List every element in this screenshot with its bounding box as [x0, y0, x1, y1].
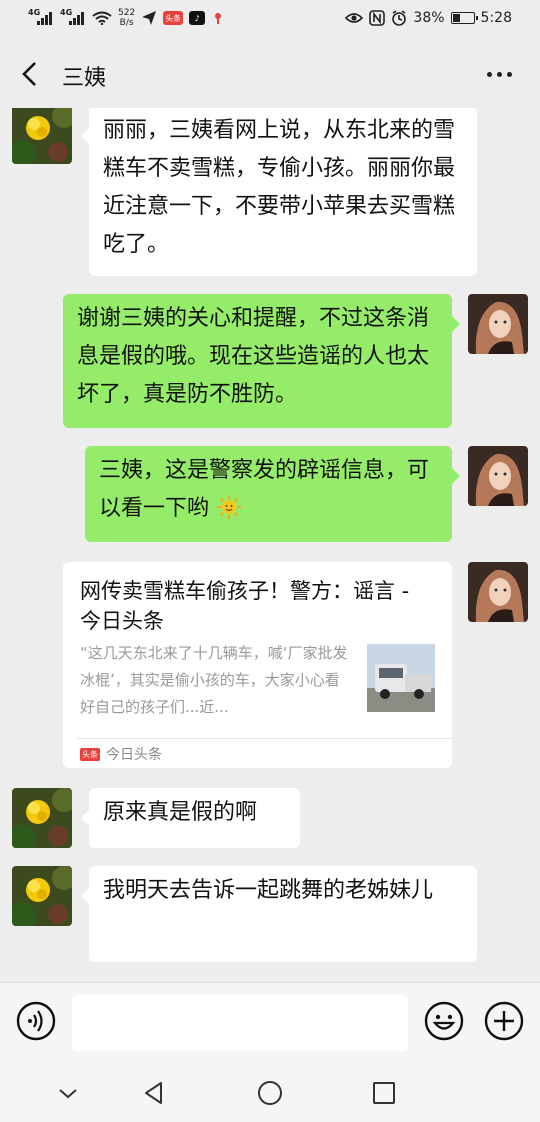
send-icon: [142, 11, 157, 25]
message-bubble-incoming[interactable]: 丽丽，三姨看网上说，从东北来的雪糕车不卖雪糕，专偷小孩。丽丽你最近注意一下，不要…: [81, 108, 477, 276]
user-avatar[interactable]: [468, 446, 528, 506]
system-nav-bar: [0, 1064, 540, 1122]
toutiao-logo-icon: 头条: [80, 747, 100, 761]
battery-icon: [450, 12, 478, 24]
message-text: 三姨，这是警察发的辟谣信息，可以看一下哟: [99, 458, 430, 521]
alarm-icon: [392, 10, 407, 26]
battery-percent: 38%: [413, 10, 445, 26]
message-input[interactable]: [72, 995, 408, 1051]
location-pin-icon: [211, 10, 226, 26]
wifi-icon: [92, 11, 112, 25]
nav-back-icon[interactable]: [141, 1080, 167, 1106]
user-avatar[interactable]: [468, 294, 528, 354]
eye-icon: [345, 13, 364, 23]
contact-avatar[interactable]: [12, 108, 72, 164]
nav-recent-icon[interactable]: [371, 1080, 397, 1106]
link-card-title: 网传卖雪糕车偷孩子！警方：谣言 - 今日头条: [80, 579, 410, 633]
link-card-source-name: 今日头条: [106, 747, 162, 763]
network-speed: 522 B/s: [118, 8, 135, 28]
signal-icon-2: 4G: [60, 8, 86, 25]
chat-header: 三姨: [0, 40, 540, 108]
chat-area[interactable]: 丽丽，三姨看网上说，从东北来的雪糕车不卖雪糕，专偷小孩。丽丽你最近注意一下，不要…: [0, 108, 540, 982]
signal-icon-1: 4G: [28, 8, 54, 25]
sun-emoji-icon: [217, 495, 242, 519]
contact-avatar[interactable]: [12, 866, 72, 926]
status-bar: 4G 4G 522 B/s 头条 ♪ 38% 5:28: [0, 0, 540, 40]
nav-collapse-icon[interactable]: [55, 1080, 81, 1106]
nav-home-icon[interactable]: [257, 1080, 283, 1106]
message-bubble-incoming[interactable]: 原来真是假的啊: [81, 788, 300, 848]
user-avatar[interactable]: [468, 562, 528, 622]
link-card[interactable]: 网传卖雪糕车偷孩子！警方：谣言 - 今日头条 “这几天东北来了十几辆车，喊‘厂家…: [63, 562, 452, 768]
nfc-icon: [369, 10, 386, 26]
contact-avatar[interactable]: [12, 788, 72, 848]
message-bubble-outgoing[interactable]: 三姨，这是警察发的辟谣信息，可以看一下哟: [85, 446, 460, 542]
voice-icon[interactable]: [16, 1001, 56, 1041]
chat-title: 三姨: [62, 66, 107, 91]
link-card-thumbnail: [367, 644, 435, 712]
emoji-icon[interactable]: [424, 1001, 464, 1041]
message-bubble-incoming[interactable]: 我明天去告诉一起跳舞的老姊妹儿: [81, 866, 477, 962]
link-card-description: “这几天东北来了十几辆车，喊‘厂家批发冰棍’，其实是偷小孩的车，大家小心看好自己…: [80, 644, 348, 716]
clock: 5:28: [480, 10, 512, 26]
tiktok-icon: ♪: [189, 11, 206, 25]
link-card-source: 头条 今日头条: [80, 744, 162, 764]
speed-unit: B/s: [119, 18, 134, 28]
plus-icon[interactable]: [484, 1001, 524, 1041]
back-arrow-icon[interactable]: [18, 60, 42, 88]
link-card-divider: [77, 738, 452, 739]
input-bar: [0, 982, 540, 1064]
speed-value: 522: [118, 8, 136, 18]
more-dots-icon[interactable]: [487, 72, 512, 77]
message-bubble-outgoing[interactable]: 谢谢三姨的关心和提醒，不过这条消息是假的哦。现在这些造谣的人也太坏了，真是防不胜…: [63, 294, 460, 428]
toutiao-icon: 头条: [163, 11, 184, 25]
